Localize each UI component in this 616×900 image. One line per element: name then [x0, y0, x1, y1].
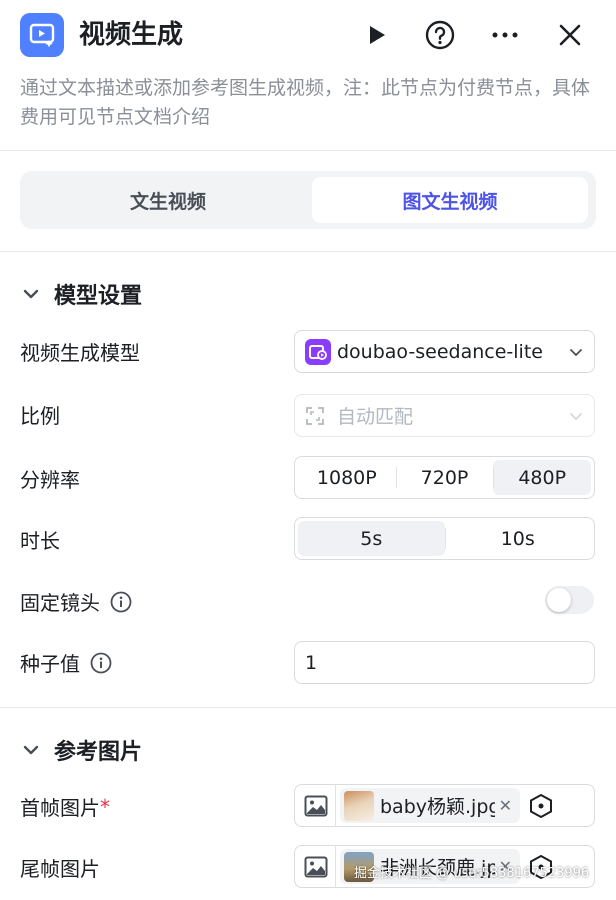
variable-hex-icon[interactable] [528, 793, 554, 819]
ratio-label: 比例 [20, 404, 60, 428]
seed-input[interactable]: 1 [294, 641, 595, 684]
section-reference-images[interactable]: 参考图片 [20, 734, 142, 766]
chevron-down-icon [23, 745, 39, 755]
resolution-option-720p[interactable]: 720P [395, 460, 494, 495]
panel-header: 视频生成 [0, 0, 616, 70]
image-thumbnail [344, 790, 374, 821]
chevron-down-icon [570, 412, 582, 420]
aspect-ratio-icon [306, 406, 324, 425]
watermark: 掘金技术社区 @ user5838167523996 [354, 866, 590, 881]
first-frame-row: 首帧图片 * [20, 792, 110, 821]
model-label: 视频生成模型 [20, 341, 140, 365]
remove-file-icon[interactable]: ✕ [499, 796, 512, 815]
resolution-label: 分辨率 [20, 468, 80, 492]
model-value: doubao-seedance-lite [337, 340, 543, 363]
seed-row: 种子值 [20, 648, 112, 677]
resolution-radio-group: 1080P 720P 480P [294, 456, 595, 499]
model-logo-icon [305, 338, 331, 365]
page-title: 视频生成 [79, 20, 184, 50]
play-icon [370, 26, 385, 44]
play-button[interactable] [356, 15, 396, 55]
divider [0, 251, 616, 252]
first-frame-label: 首帧图片 [20, 796, 100, 820]
help-button[interactable] [420, 15, 460, 55]
info-icon[interactable] [110, 591, 132, 613]
duration-option-5s[interactable]: 5s [298, 521, 445, 556]
upload-image-button[interactable] [301, 852, 331, 882]
image-icon [304, 856, 328, 877]
more-icon [492, 32, 518, 38]
first-frame-field: baby杨颖.jpg ✕ [294, 784, 595, 827]
section-title: 模型设置 [54, 284, 143, 309]
section-title: 参考图片 [54, 740, 143, 765]
duration-radio-group: 5s 10s [294, 517, 595, 560]
toggle-knob [547, 588, 571, 612]
duration-option-10s[interactable]: 10s [444, 521, 592, 556]
ratio-value: 自动匹配 [337, 406, 414, 428]
model-select[interactable]: doubao-seedance-lite [294, 330, 595, 373]
resolution-option-480p[interactable]: 480P [493, 460, 592, 495]
video-node-icon [20, 13, 64, 57]
node-description: 通过文本描述或添加参考图生成视频，注：此节点为付费节点，具体费用可见节点文档介绍 [20, 77, 591, 128]
tab-image-text-to-video[interactable]: 图文生视频 [312, 177, 588, 223]
seed-label: 种子值 [20, 652, 80, 676]
field-separator [335, 845, 336, 888]
file-name: baby杨颖.jpg [380, 796, 495, 818]
file-chip: baby杨颖.jpg ✕ [340, 788, 520, 823]
close-icon [559, 24, 581, 46]
chevron-down-icon [23, 289, 39, 299]
divider [0, 150, 616, 151]
mode-tabs: 文生视频 图文生视频 [20, 171, 596, 229]
required-mark: * [100, 794, 110, 819]
divider [0, 707, 616, 708]
close-button[interactable] [550, 15, 590, 55]
upload-image-button[interactable] [301, 791, 331, 821]
fixed-camera-toggle[interactable] [545, 586, 594, 614]
section-model-settings[interactable]: 模型设置 [20, 278, 142, 310]
duration-label: 时长 [20, 529, 60, 553]
resolution-option-1080p[interactable]: 1080P [298, 460, 396, 495]
fixed-camera-row: 固定镜头 [20, 587, 132, 616]
chevron-down-icon [570, 348, 582, 356]
field-separator [335, 784, 336, 827]
fixed-camera-label: 固定镜头 [20, 591, 100, 615]
tab-text-to-video[interactable]: 文生视频 [26, 177, 310, 223]
last-frame-label: 尾帧图片 [20, 857, 100, 881]
ratio-select[interactable]: 自动匹配 [294, 394, 595, 437]
image-icon [304, 795, 328, 816]
more-button[interactable] [485, 15, 525, 55]
info-icon[interactable] [90, 652, 112, 674]
help-icon [425, 20, 455, 50]
